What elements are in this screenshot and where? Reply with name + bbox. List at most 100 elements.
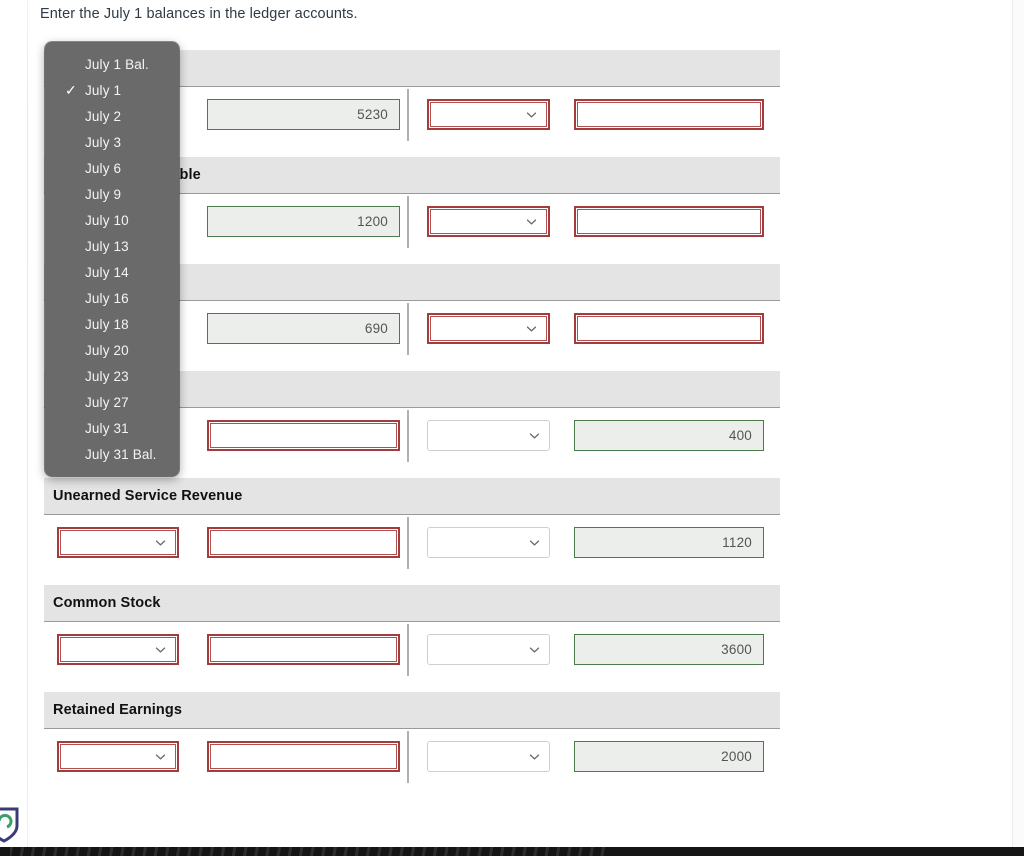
select-face[interactable]	[60, 637, 176, 662]
debit-credit-divider	[407, 196, 409, 248]
dropdown-option[interactable]: July 14	[45, 259, 179, 285]
dropdown-option[interactable]: July 18	[45, 311, 179, 337]
os-taskbar[interactable]	[0, 847, 1024, 856]
input-face[interactable]	[577, 102, 761, 127]
select-face[interactable]	[430, 102, 547, 127]
date-select-dropdown-menu[interactable]: July 1 Bal. ✓ July 1 July 2 July 3 July 6 July…	[45, 42, 179, 476]
date-select-credit-row-4[interactable]	[427, 527, 550, 558]
dropdown-option-label: July 1 Bal.	[85, 56, 149, 72]
dropdown-option[interactable]: July 3	[45, 129, 179, 155]
select-face[interactable]	[430, 209, 547, 234]
date-select-credit-row-0[interactable]	[427, 99, 550, 130]
select-face[interactable]	[60, 530, 176, 555]
dropdown-option[interactable]: July 16	[45, 285, 179, 311]
account-title: Common Stock	[53, 595, 161, 611]
account-header: Unearned Service Revenue	[44, 478, 780, 515]
date-select-credit-row-3[interactable]	[427, 420, 550, 451]
select-face[interactable]	[60, 744, 176, 769]
input-face[interactable]	[577, 209, 761, 234]
dropdown-option[interactable]: July 31 Bal.	[45, 441, 179, 467]
dropdown-option[interactable]: July 9	[45, 181, 179, 207]
taskbar-content	[10, 847, 610, 856]
dropdown-option-label: July 6	[85, 160, 122, 176]
dropdown-option-label: July 23	[85, 368, 129, 384]
dropdown-option[interactable]: July 20	[45, 337, 179, 363]
ledger-account: Retained Earnings 2000	[44, 692, 780, 787]
dropdown-option[interactable]: July 31	[45, 415, 179, 441]
field-value: 1200	[357, 214, 388, 229]
date-select-credit-row-5[interactable]	[427, 634, 550, 665]
chevron-down-icon	[529, 751, 540, 762]
field-value: 5230	[357, 107, 388, 122]
dropdown-option-label: July 31 Bal.	[85, 446, 157, 462]
dropdown-option-label: July 1	[85, 82, 122, 98]
amount-input-debit-row-4[interactable]	[207, 527, 400, 558]
dropdown-option[interactable]: July 10	[45, 207, 179, 233]
debit-credit-divider	[407, 410, 409, 462]
amount-input-debit-row-1[interactable]: 1200	[207, 206, 400, 237]
date-select-credit-row-2[interactable]	[427, 313, 550, 344]
account-entry-row: 3600	[44, 622, 780, 680]
chevron-down-icon	[526, 216, 537, 227]
field-value: 2000	[721, 749, 752, 764]
ledger-account: Unearned Service Revenue 1120	[44, 478, 780, 573]
amount-input-credit-row-1[interactable]	[574, 206, 764, 237]
date-select-credit-row-1[interactable]	[427, 206, 550, 237]
debit-credit-divider	[407, 731, 409, 783]
dropdown-option[interactable]: July 13	[45, 233, 179, 259]
dropdown-option[interactable]: July 1 Bal.	[45, 51, 179, 77]
date-select-credit-row-6[interactable]	[427, 741, 550, 772]
amount-input-credit-row-4[interactable]: 1120	[574, 527, 764, 558]
account-title: Retained Earnings	[53, 702, 183, 718]
input-face[interactable]	[210, 530, 397, 555]
debit-credit-divider	[407, 89, 409, 141]
amount-input-credit-row-6[interactable]: 2000	[574, 741, 764, 772]
amount-input-debit-row-2[interactable]: 690	[207, 313, 400, 344]
ledger-account: Common Stock 3600	[44, 585, 780, 680]
amount-input-debit-row-3[interactable]	[207, 420, 400, 451]
account-header: Retained Earnings	[44, 692, 780, 729]
chevron-down-icon	[529, 644, 540, 655]
debit-credit-divider	[407, 303, 409, 355]
dropdown-option-label: July 20	[85, 342, 129, 358]
dropdown-option-label: July 16	[85, 290, 129, 306]
dropdown-option[interactable]: July 6	[45, 155, 179, 181]
dropdown-option-label: July 3	[85, 134, 122, 150]
input-face[interactable]	[577, 316, 761, 341]
page-left-rule	[27, 0, 28, 856]
field-value: 690	[364, 321, 388, 336]
amount-input-credit-row-0[interactable]	[574, 99, 764, 130]
check-icon: ✓	[65, 82, 77, 98]
date-select-debit-row-6[interactable]	[57, 741, 179, 772]
dropdown-option[interactable]: July 2	[45, 103, 179, 129]
dropdown-option-label: July 13	[85, 238, 129, 254]
select-face[interactable]	[430, 316, 547, 341]
chevron-down-icon	[155, 751, 166, 762]
instruction-text: Enter the July 1 balances in the ledger …	[40, 6, 358, 22]
dropdown-option[interactable]: July 23	[45, 363, 179, 389]
dropdown-option-label: July 10	[85, 212, 129, 228]
input-face[interactable]	[210, 744, 397, 769]
dropdown-option[interactable]: ✓ July 1	[45, 77, 179, 103]
amount-input-credit-row-5[interactable]: 3600	[574, 634, 764, 665]
field-value: 1120	[722, 535, 752, 550]
dropdown-option[interactable]: July 27	[45, 389, 179, 415]
page-right-margin	[1013, 0, 1024, 856]
input-face[interactable]	[210, 423, 397, 448]
date-select-debit-row-4[interactable]	[57, 527, 179, 558]
amount-input-debit-row-5[interactable]	[207, 634, 400, 665]
chevron-down-icon	[526, 323, 537, 334]
dropdown-option-label: July 9	[85, 186, 122, 202]
amount-input-credit-row-2[interactable]	[574, 313, 764, 344]
amount-input-credit-row-3[interactable]: 400	[574, 420, 764, 451]
field-value: 400	[728, 428, 752, 443]
amount-input-debit-row-0[interactable]: 5230	[207, 99, 400, 130]
chevron-down-icon	[529, 430, 540, 441]
brand-logo-icon	[0, 807, 22, 843]
date-select-debit-row-5[interactable]	[57, 634, 179, 665]
app-screen: Enter the July 1 balances in the ledger …	[0, 0, 1024, 856]
input-face[interactable]	[210, 637, 397, 662]
field-value: 3600	[721, 642, 752, 657]
chevron-down-icon	[155, 537, 166, 548]
amount-input-debit-row-6[interactable]	[207, 741, 400, 772]
